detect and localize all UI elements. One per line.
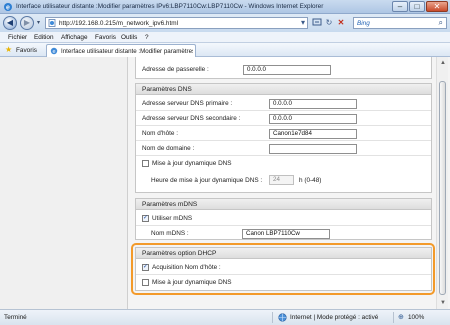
gateway-field[interactable]: 0.0.0.0	[243, 64, 331, 75]
domain-label: Nom de domaine :	[142, 145, 195, 152]
mdns-use-checkbox[interactable]: ✓	[142, 215, 149, 222]
title-bar: e Interface utilisateur distante :Modifi…	[0, 0, 450, 14]
dns-secondary-row: Adresse serveur DNS secondaire : 0.0.0.0	[136, 111, 431, 126]
gateway-row: Adresse de passerelle : 0.0.0.0	[136, 62, 431, 77]
tab-page-icon: e	[50, 47, 58, 55]
favorites-button[interactable]: ★ Favoris	[2, 45, 40, 55]
status-divider	[272, 312, 273, 323]
search-icon[interactable]: ⌕	[439, 18, 443, 28]
mdns-use-label: Utiliser mDNS	[152, 215, 193, 222]
svg-text:e: e	[52, 49, 55, 55]
menu-item-fichier[interactable]: Fichier	[8, 34, 27, 41]
dns-secondary-field[interactable]: 0.0.0.0	[269, 113, 357, 124]
hostname-field[interactable]: Canon1e7d84	[269, 128, 357, 139]
close-button[interactable]: ✕	[426, 1, 448, 12]
dns-panel-title: Paramètres DNS	[142, 86, 192, 93]
mdns-panel: Paramètres mDNS ✓ Utiliser mDNS Nom mDNS…	[135, 198, 432, 240]
scroll-down-icon[interactable]: ▼	[439, 299, 447, 307]
mdns-panel-title: Paramètres mDNS	[142, 201, 198, 208]
dns-dynamic-update-checkbox[interactable]	[142, 160, 149, 167]
status-text: Terminé	[4, 314, 27, 321]
favorites-label: Favoris	[16, 46, 37, 54]
dns-update-interval-field[interactable]: 24	[269, 174, 294, 185]
menu-item-favoris[interactable]: Favoris	[95, 34, 116, 41]
search-provider-label: Bing	[357, 20, 370, 27]
gateway-panel: Adresse de passerelle : 0.0.0.0	[135, 57, 432, 79]
back-button[interactable]: ◀	[3, 16, 17, 30]
page-content: Adresse de passerelle : 0.0.0.0 Paramètr…	[0, 57, 450, 309]
domain-row: Nom de domaine :	[136, 141, 431, 156]
hostname-row: Nom d'hôte : Canon1e7d84	[136, 126, 431, 141]
internet-explorer-icon: e	[4, 3, 12, 12]
menu-item-outils[interactable]: Outils	[121, 34, 137, 41]
history-dropdown-icon[interactable]: ▾	[37, 19, 40, 26]
menu-item-help[interactable]: ?	[145, 34, 149, 41]
maximize-button[interactable]: □	[409, 1, 425, 12]
menu-item-affichage[interactable]: Affichage	[61, 34, 88, 41]
favorites-bar: ★ Favoris e Interface utilisateur distan…	[0, 43, 450, 57]
mdns-name-field[interactable]: Canon LBP7110Cw	[242, 228, 330, 239]
hostname-label: Nom d'hôte :	[142, 130, 179, 137]
zoom-level[interactable]: 100%	[408, 314, 424, 321]
svg-text:e: e	[6, 5, 10, 12]
status-divider	[393, 312, 394, 323]
dns-panel: Paramètres DNS Adresse serveur DNS prima…	[135, 83, 432, 193]
address-bar[interactable]: http://192.168.0.215/m_network_ipv6.html	[45, 17, 308, 29]
search-input[interactable]: Bing ⌕	[353, 17, 447, 29]
dns-dynamic-update-row: Mise à jour dynamique DNS Heure de mise …	[136, 156, 431, 190]
mdns-name-label: Nom mDNS :	[151, 230, 189, 237]
tab-title: Interface utilisateur distante :Modifier…	[61, 48, 193, 55]
favorites-star-icon: ★	[5, 45, 13, 54]
navigation-bar: ◀ ▶ ▾ http://192.168.0.215/m_network_ipv…	[0, 14, 450, 32]
window-title: Interface utilisateur distante :Modifier…	[16, 3, 324, 10]
browser-tab[interactable]: e Interface utilisateur distante :Modifi…	[46, 44, 196, 57]
page-icon	[48, 19, 56, 27]
menu-item-edition[interactable]: Edition	[34, 34, 54, 41]
mdns-panel-header: Paramètres mDNS	[136, 199, 431, 210]
compatibility-view-icon[interactable]	[311, 17, 323, 29]
internet-zone-icon	[278, 313, 287, 322]
domain-field[interactable]	[269, 143, 357, 154]
left-navigation-pane	[0, 57, 128, 309]
dns-panel-header: Paramètres DNS	[136, 84, 431, 95]
dns-primary-field[interactable]: 0.0.0.0	[269, 98, 357, 109]
vertical-scrollbar[interactable]: ▲ ▼	[436, 57, 448, 309]
dns-secondary-label: Adresse serveur DNS secondaire :	[142, 115, 241, 122]
mdns-name-row: Nom mDNS : Canon LBP7110Cw	[136, 226, 431, 241]
dns-update-interval-label: Heure de mise à jour dynamique DNS :	[151, 177, 263, 184]
mdns-use-row: ✓ Utiliser mDNS	[136, 211, 431, 226]
gateway-label: Adresse de passerelle :	[142, 66, 209, 73]
forward-button[interactable]: ▶	[20, 16, 34, 30]
menu-bar: Fichier Edition Affichage Favoris Outils…	[0, 32, 450, 43]
status-bar: Terminé Internet | Mode protégé : activé…	[0, 309, 450, 325]
dns-update-interval-unit: h (0-48)	[299, 177, 322, 184]
dns-primary-label: Adresse serveur DNS primaire :	[142, 100, 233, 107]
address-dropdown-icon[interactable]: ▾	[297, 17, 309, 29]
refresh-icon[interactable]: ↻	[323, 17, 335, 29]
scroll-up-icon[interactable]: ▲	[439, 59, 447, 67]
scroll-thumb[interactable]	[439, 81, 446, 295]
address-url[interactable]: http://192.168.0.215/m_network_ipv6.html	[59, 20, 178, 27]
stop-icon[interactable]: ✕	[335, 17, 347, 29]
minimize-button[interactable]: –	[392, 1, 408, 12]
dns-primary-row: Adresse serveur DNS primaire : 0.0.0.0	[136, 96, 431, 111]
highlight-frame	[131, 243, 435, 295]
dns-dynamic-update-label: Mise à jour dynamique DNS	[152, 160, 232, 167]
zoom-icon[interactable]: ⊕	[398, 313, 404, 321]
security-zone-text[interactable]: Internet | Mode protégé : activé	[290, 314, 378, 321]
